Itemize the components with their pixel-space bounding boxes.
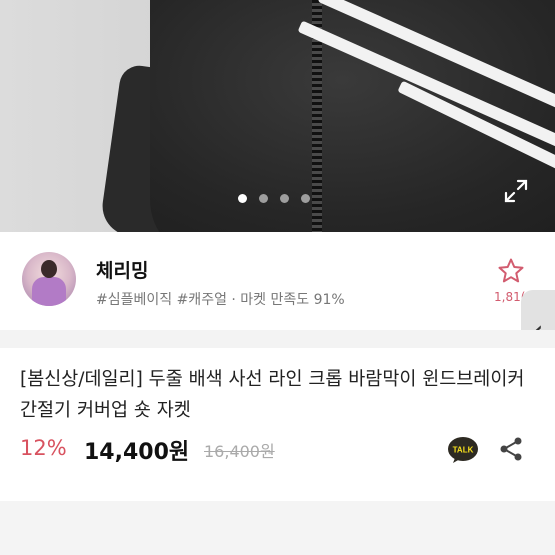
seller-tags: #심플베이직 #캐주얼 · 마켓 만족도 91% — [96, 292, 345, 308]
share-icon[interactable] — [498, 436, 524, 462]
product-title: [봄신상/데일리] 두줄 배색 사선 라인 크롭 바람막이 윈드브레이커 간절기… — [20, 369, 525, 421]
carousel-dot[interactable] — [259, 194, 268, 203]
original-price: 16,400원 — [204, 442, 275, 461]
product-photo[interactable] — [0, 0, 555, 232]
section-divider — [0, 501, 555, 555]
sale-price: 14,400원 — [84, 440, 190, 465]
star-outline-icon[interactable] — [497, 257, 525, 285]
talk-label: TALK — [453, 446, 474, 455]
kakao-talk-icon[interactable]: TALK — [447, 436, 479, 464]
seller-card[interactable]: 체리밍 #심플베이직 #캐주얼 · 마켓 만족도 91% — [0, 232, 555, 330]
product-info: [봄신상/데일리] 두줄 배색 사선 라인 크롭 바람막이 윈드브레이커 간절기… — [0, 348, 555, 501]
avatar-figure — [32, 277, 66, 306]
carousel-indicator — [238, 194, 310, 203]
expand-arrows-icon[interactable] — [503, 178, 529, 204]
avatar[interactable] — [22, 252, 76, 306]
seller-name[interactable]: 체리밍 — [96, 256, 148, 283]
section-divider — [0, 330, 555, 348]
discount-rate: 12% — [20, 436, 67, 460]
carousel-dot[interactable] — [280, 194, 289, 203]
carousel-dot[interactable] — [238, 194, 247, 203]
avatar-figure-head — [41, 260, 57, 278]
carousel-dot[interactable] — [301, 194, 310, 203]
